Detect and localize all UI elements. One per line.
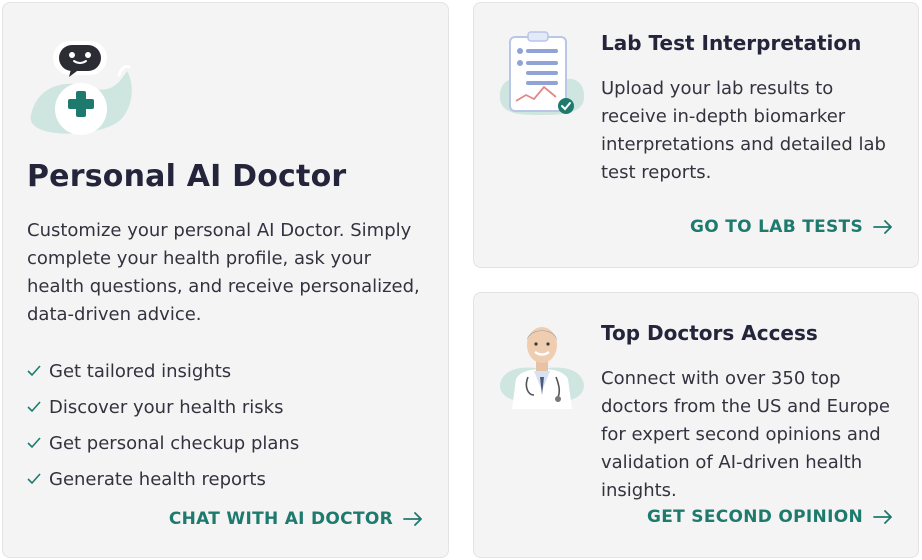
ai-doctor-description: Customize your personal AI Doctor. Simpl… (27, 220, 420, 325)
feature-label: Generate health reports (49, 468, 266, 490)
feature-label: Discover your health risks (49, 396, 284, 418)
get-second-opinion-link[interactable]: GET SECOND OPINION (647, 507, 893, 527)
go-to-lab-tests-link[interactable]: GO TO LAB TESTS (690, 217, 893, 237)
feature-item: Generate health reports (27, 461, 299, 497)
doctor-portrait (500, 327, 584, 409)
cta-label: CHAT WITH AI DOCTOR (168, 509, 393, 529)
top-doctors-title: Top Doctors Access (601, 321, 818, 345)
lab-test-title: Lab Test Interpretation (601, 31, 862, 55)
ai-doctor-title: Personal AI Doctor (27, 159, 347, 194)
feature-list: Get tailored insights Discover your heal… (27, 353, 299, 497)
feature-label: Get tailored insights (49, 360, 232, 382)
ai-doctor-card: Personal AI Doctor Customize your person… (2, 2, 449, 558)
arrow-right-icon (873, 220, 892, 234)
arrow-right-icon (873, 510, 892, 524)
cta-label: GO TO LAB TESTS (690, 217, 863, 237)
feature-item: Get personal checkup plans (27, 425, 299, 461)
feature-item: Discover your health risks (27, 389, 299, 425)
robot-doctor-icon (30, 41, 132, 135)
chat-with-ai-doctor-link[interactable]: CHAT WITH AI DOCTOR (169, 509, 423, 529)
top-doctors-description: Connect with over 350 top doctors from t… (601, 368, 890, 501)
lab-test-card: Lab Test Interpretation Upload your lab … (473, 2, 919, 268)
check-icon (27, 473, 41, 485)
feature-item: Get tailored insights (27, 353, 299, 389)
check-icon (27, 401, 41, 413)
check-icon (27, 365, 41, 377)
top-doctors-card: Top Doctors Access Connect with over 350… (473, 292, 919, 558)
cta-label: GET SECOND OPINION (647, 507, 863, 527)
check-icon (27, 437, 41, 449)
feature-label: Get personal checkup plans (49, 432, 300, 454)
lab-report-icon (499, 31, 585, 115)
lab-test-description: Upload your lab results to receive in-de… (601, 78, 886, 183)
arrow-right-icon (403, 512, 422, 526)
